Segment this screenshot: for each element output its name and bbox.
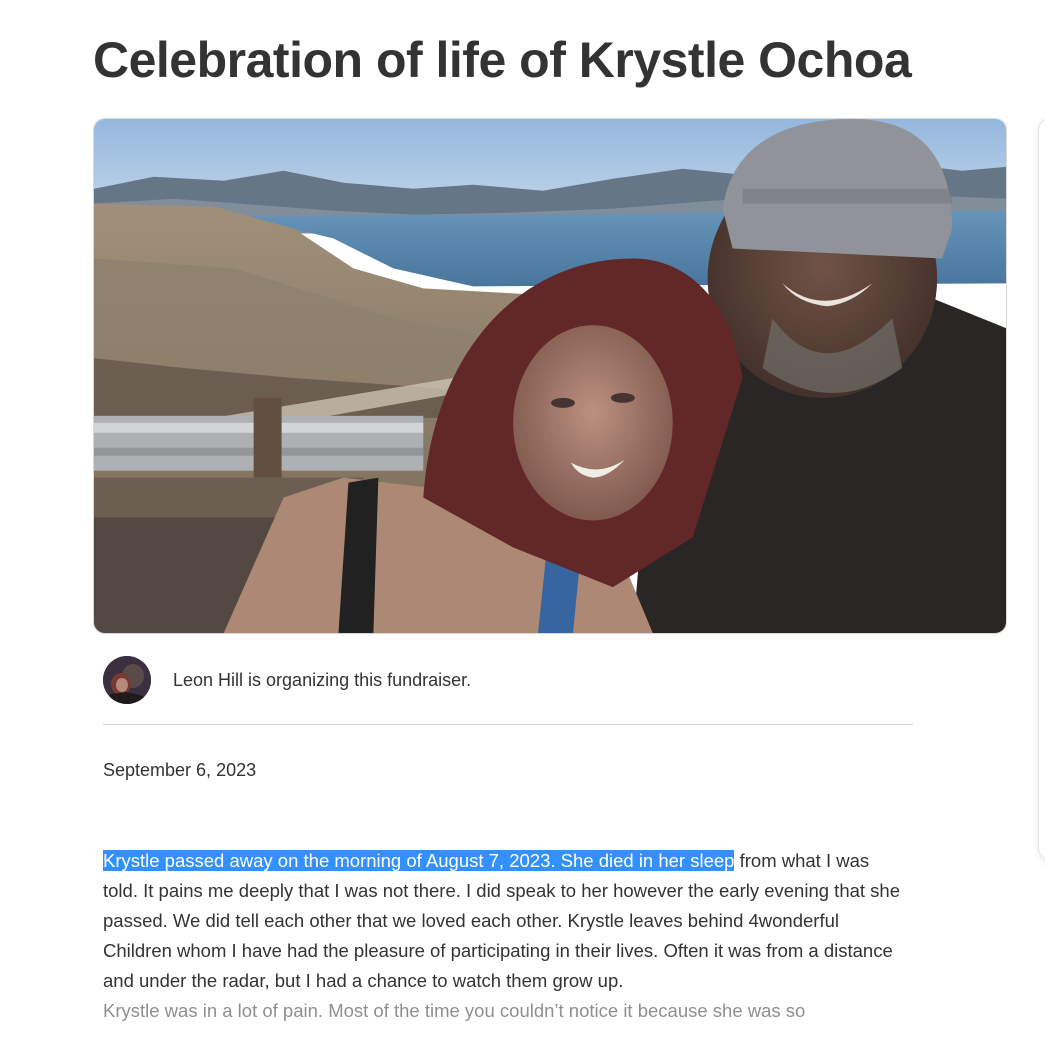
hero-photo[interactable]: [93, 118, 1007, 634]
fundraiser-page: Celebration of life of Krystle Ochoa Leo…: [0, 0, 1045, 1058]
hero-photo-image: [94, 119, 1006, 633]
organizer-avatar[interactable]: [103, 656, 151, 704]
donation-sidebar-card: [1038, 118, 1045, 860]
story-text: from what I was told. It pains me deeply…: [103, 850, 900, 991]
organizer-label: Leon Hill is organizing this fundraiser.: [173, 669, 472, 690]
selected-text: Krystle passed away on the morning of Au…: [103, 850, 735, 871]
divider: [103, 724, 913, 725]
story-paragraph: Krystle was in a lot of pain. Most of th…: [103, 1000, 806, 1021]
organizer-row: Leon Hill is organizing this fundraiser.: [103, 655, 471, 705]
fundraiser-story: Krystle passed away on the morning of Au…: [103, 846, 903, 1026]
story-paragraph: Krystle passed away on the morning of Au…: [103, 846, 903, 996]
page-title: Celebration of life of Krystle Ochoa: [93, 32, 912, 88]
post-date: September 6, 2023: [103, 760, 257, 780]
